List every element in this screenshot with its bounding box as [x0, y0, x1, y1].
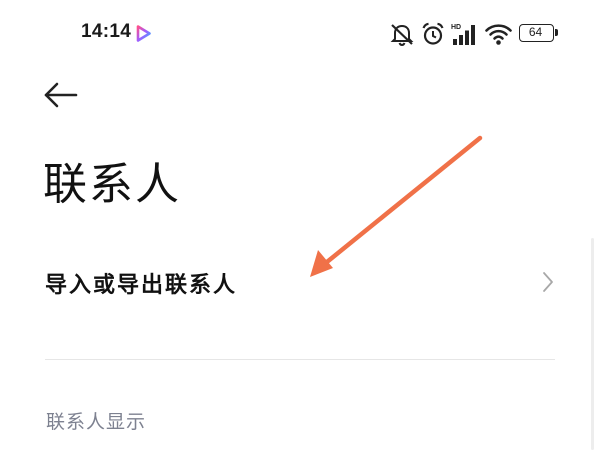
- network-badge: HD: [451, 24, 461, 31]
- contacts-settings-screen: 14:14 HD 64 联系人 导入或导出联系人 联系人显示: [0, 0, 600, 450]
- section-header-contact-display: 联系人显示: [46, 411, 147, 433]
- status-time: 14:14: [81, 21, 132, 42]
- mute-icon: [390, 24, 414, 46]
- chevron-right-icon: [543, 272, 553, 292]
- divider: [45, 359, 555, 360]
- back-button[interactable]: [40, 78, 84, 112]
- list-item-label: 导入或导出联系人: [45, 273, 238, 298]
- battery-level: 64: [528, 25, 543, 39]
- app-play-icon: [136, 25, 151, 42]
- wifi-icon: [485, 24, 512, 45]
- import-export-contacts-item[interactable]: 导入或导出联系人: [0, 238, 600, 330]
- alarm-icon: [422, 22, 444, 45]
- scrollbar[interactable]: [591, 238, 594, 450]
- page-title: 联系人: [43, 159, 181, 210]
- arrow-left-icon: [44, 82, 78, 108]
- signal-icon: HD: [451, 24, 475, 45]
- status-bar: 14:14 HD 64: [0, 0, 600, 68]
- battery-icon: 64: [519, 24, 558, 42]
